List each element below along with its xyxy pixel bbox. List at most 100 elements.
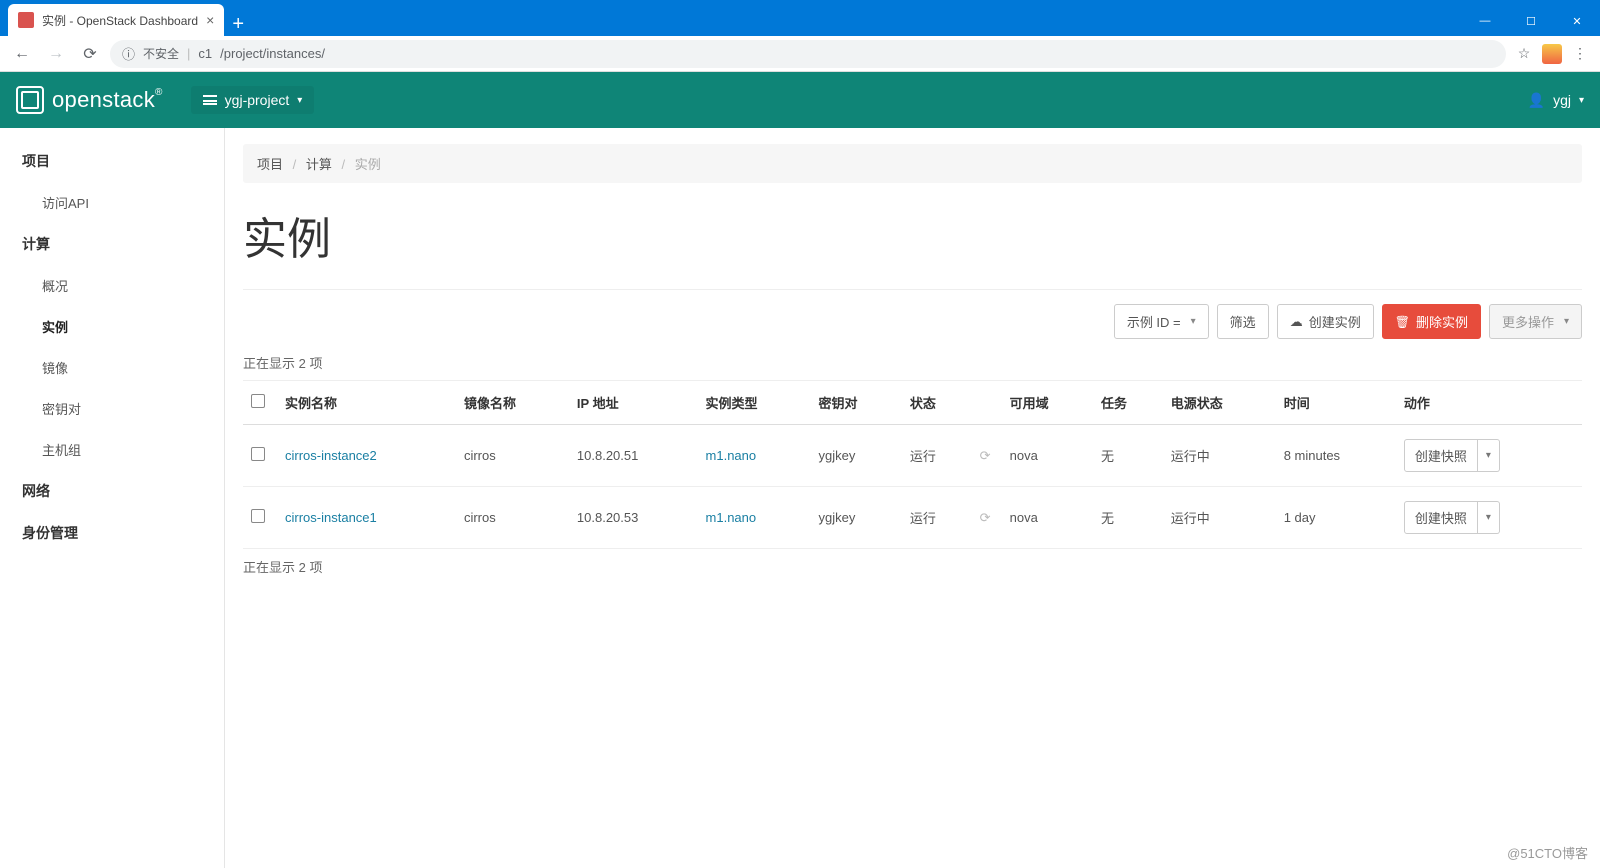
cell-keypair: ygjkey [810, 487, 901, 549]
user-name: ygj [1553, 92, 1571, 108]
sidebar-item-overview[interactable]: 概况 [0, 265, 224, 306]
close-icon[interactable]: × [206, 12, 214, 28]
cell-status-icon: ⟳ [972, 425, 1002, 487]
cell-status: 运行 [902, 487, 972, 549]
row-actions-dropdown[interactable]: ▾ [1478, 501, 1500, 534]
col-status: 状态 [902, 381, 972, 425]
snapshot-button[interactable]: 创建快照 [1404, 501, 1478, 534]
col-az: 可用域 [1002, 381, 1093, 425]
window-maximize[interactable]: ☐ [1508, 6, 1554, 36]
toolbar: 示例 ID = 筛选 创建实例 删除实例 更多操作 [243, 304, 1582, 339]
more-actions-dropdown[interactable]: 更多操作 [1489, 304, 1582, 339]
sidebar-item-project[interactable]: 项目 [0, 140, 224, 182]
filter-button[interactable]: 筛选 [1217, 304, 1269, 339]
cell-task: 无 [1093, 425, 1163, 487]
instances-table: 实例名称 镜像名称 IP 地址 实例类型 密钥对 状态 可用域 任务 电源状态 … [243, 380, 1582, 549]
reload-button[interactable]: ⟳ [76, 40, 104, 68]
cell-power: 运行中 [1163, 487, 1276, 549]
info-icon: ⓘ [122, 44, 135, 63]
back-button[interactable]: ← [8, 40, 36, 68]
tab-title: 实例 - OpenStack Dashboard [42, 12, 198, 29]
url-path: /project/instances/ [220, 46, 325, 61]
star-icon[interactable]: ☆ [1512, 45, 1536, 62]
sidebar-item-compute[interactable]: 计算 [0, 223, 224, 265]
flavor-link[interactable]: m1.nano [706, 510, 757, 525]
user-menu[interactable]: 👤 ygj ▾ [1528, 92, 1584, 109]
row-checkbox[interactable] [251, 509, 265, 523]
more-label: 更多操作 [1502, 312, 1554, 331]
sidebar-item-images[interactable]: 镜像 [0, 347, 224, 388]
breadcrumb-compute[interactable]: 计算 [306, 157, 332, 172]
main-content: 项目 / 计算 / 实例 实例 示例 ID = 筛选 创建实例 删除实例 更多操… [225, 128, 1600, 868]
create-instance-button[interactable]: 创建实例 [1277, 304, 1374, 339]
chevron-down-icon: ▾ [1579, 95, 1584, 106]
col-task: 任务 [1093, 381, 1163, 425]
cell-ip: 10.8.20.51 [569, 425, 698, 487]
sidebar-item-keypairs[interactable]: 密钥对 [0, 388, 224, 429]
cell-task: 无 [1093, 487, 1163, 549]
cell-image: cirros [456, 425, 569, 487]
flavor-link[interactable]: m1.nano [706, 448, 757, 463]
instance-name-link[interactable]: cirros-instance2 [285, 448, 377, 463]
new-tab-button[interactable]: + [224, 13, 252, 36]
url-host: c1 [198, 46, 212, 61]
logo-icon [16, 86, 44, 114]
chevron-down-icon: ▾ [297, 95, 302, 106]
cell-az: nova [1002, 425, 1093, 487]
page-title: 实例 [243, 203, 1582, 290]
tab-favicon [18, 12, 34, 28]
delete-instance-button[interactable]: 删除实例 [1382, 304, 1481, 339]
app-header: openstack® ygj-project ▾ 👤 ygj ▾ [0, 72, 1600, 128]
cell-image: cirros [456, 487, 569, 549]
forward-button[interactable]: → [42, 40, 70, 68]
instance-name-link[interactable]: cirros-instance1 [285, 510, 377, 525]
browser-tab[interactable]: 实例 - OpenStack Dashboard × [8, 4, 224, 36]
delete-label: 删除实例 [1416, 312, 1468, 331]
hamburger-icon [203, 95, 217, 105]
col-power: 电源状态 [1163, 381, 1276, 425]
table-row: cirros-instance2 cirros 10.8.20.51 m1.na… [243, 425, 1582, 487]
project-selector[interactable]: ygj-project ▾ [191, 86, 315, 114]
breadcrumb: 项目 / 计算 / 实例 [243, 144, 1582, 183]
col-time: 时间 [1276, 381, 1396, 425]
sidebar-item-hostgroups[interactable]: 主机组 [0, 429, 224, 470]
window-minimize[interactable]: — [1462, 6, 1508, 36]
window-close[interactable]: ✕ [1554, 6, 1600, 36]
cell-power: 运行中 [1163, 425, 1276, 487]
cell-ip: 10.8.20.53 [569, 487, 698, 549]
filter-field-dropdown[interactable]: 示例 ID = [1114, 304, 1209, 339]
sidebar-item-identity[interactable]: 身份管理 [0, 512, 224, 554]
col-image: 镜像名称 [456, 381, 569, 425]
extension-icon[interactable] [1542, 44, 1562, 64]
select-all-checkbox[interactable] [251, 394, 265, 408]
sidebar-item-api[interactable]: 访问API [0, 182, 224, 223]
snapshot-button[interactable]: 创建快照 [1404, 439, 1478, 472]
filter-field-label: 示例 ID = [1127, 312, 1181, 331]
cell-status: 运行 [902, 425, 972, 487]
sidebar: 项目 访问API 计算 概况 实例 镜像 密钥对 主机组 网络 身份管理 [0, 128, 225, 868]
col-actions: 动作 [1396, 381, 1582, 425]
sidebar-item-network[interactable]: 网络 [0, 470, 224, 512]
breadcrumb-project[interactable]: 项目 [257, 157, 283, 172]
col-name: 实例名称 [277, 381, 456, 425]
security-label: 不安全 [143, 45, 179, 62]
row-actions-dropdown[interactable]: ▾ [1478, 439, 1500, 472]
cell-time: 8 minutes [1276, 425, 1396, 487]
browser-tab-bar: 实例 - OpenStack Dashboard × + — ☐ ✕ [0, 0, 1600, 36]
brand-text: openstack [52, 87, 155, 112]
cell-time: 1 day [1276, 487, 1396, 549]
app-logo[interactable]: openstack® [16, 86, 163, 114]
item-count-top: 正在显示 2 项 [243, 353, 1582, 372]
cell-keypair: ygjkey [810, 425, 901, 487]
col-keypair: 密钥对 [810, 381, 901, 425]
row-checkbox[interactable] [251, 447, 265, 461]
url-input[interactable]: ⓘ 不安全 | c1/project/instances/ [110, 40, 1506, 68]
col-ip: IP 地址 [569, 381, 698, 425]
cell-status-icon: ⟳ [972, 487, 1002, 549]
watermark: @51CTO博客 [1507, 843, 1588, 862]
browser-menu-icon[interactable]: ⋮ [1568, 45, 1592, 62]
user-icon: 👤 [1528, 92, 1545, 109]
item-count-bottom: 正在显示 2 项 [243, 557, 1582, 576]
sidebar-item-instances[interactable]: 实例 [0, 306, 224, 347]
table-row: cirros-instance1 cirros 10.8.20.53 m1.na… [243, 487, 1582, 549]
